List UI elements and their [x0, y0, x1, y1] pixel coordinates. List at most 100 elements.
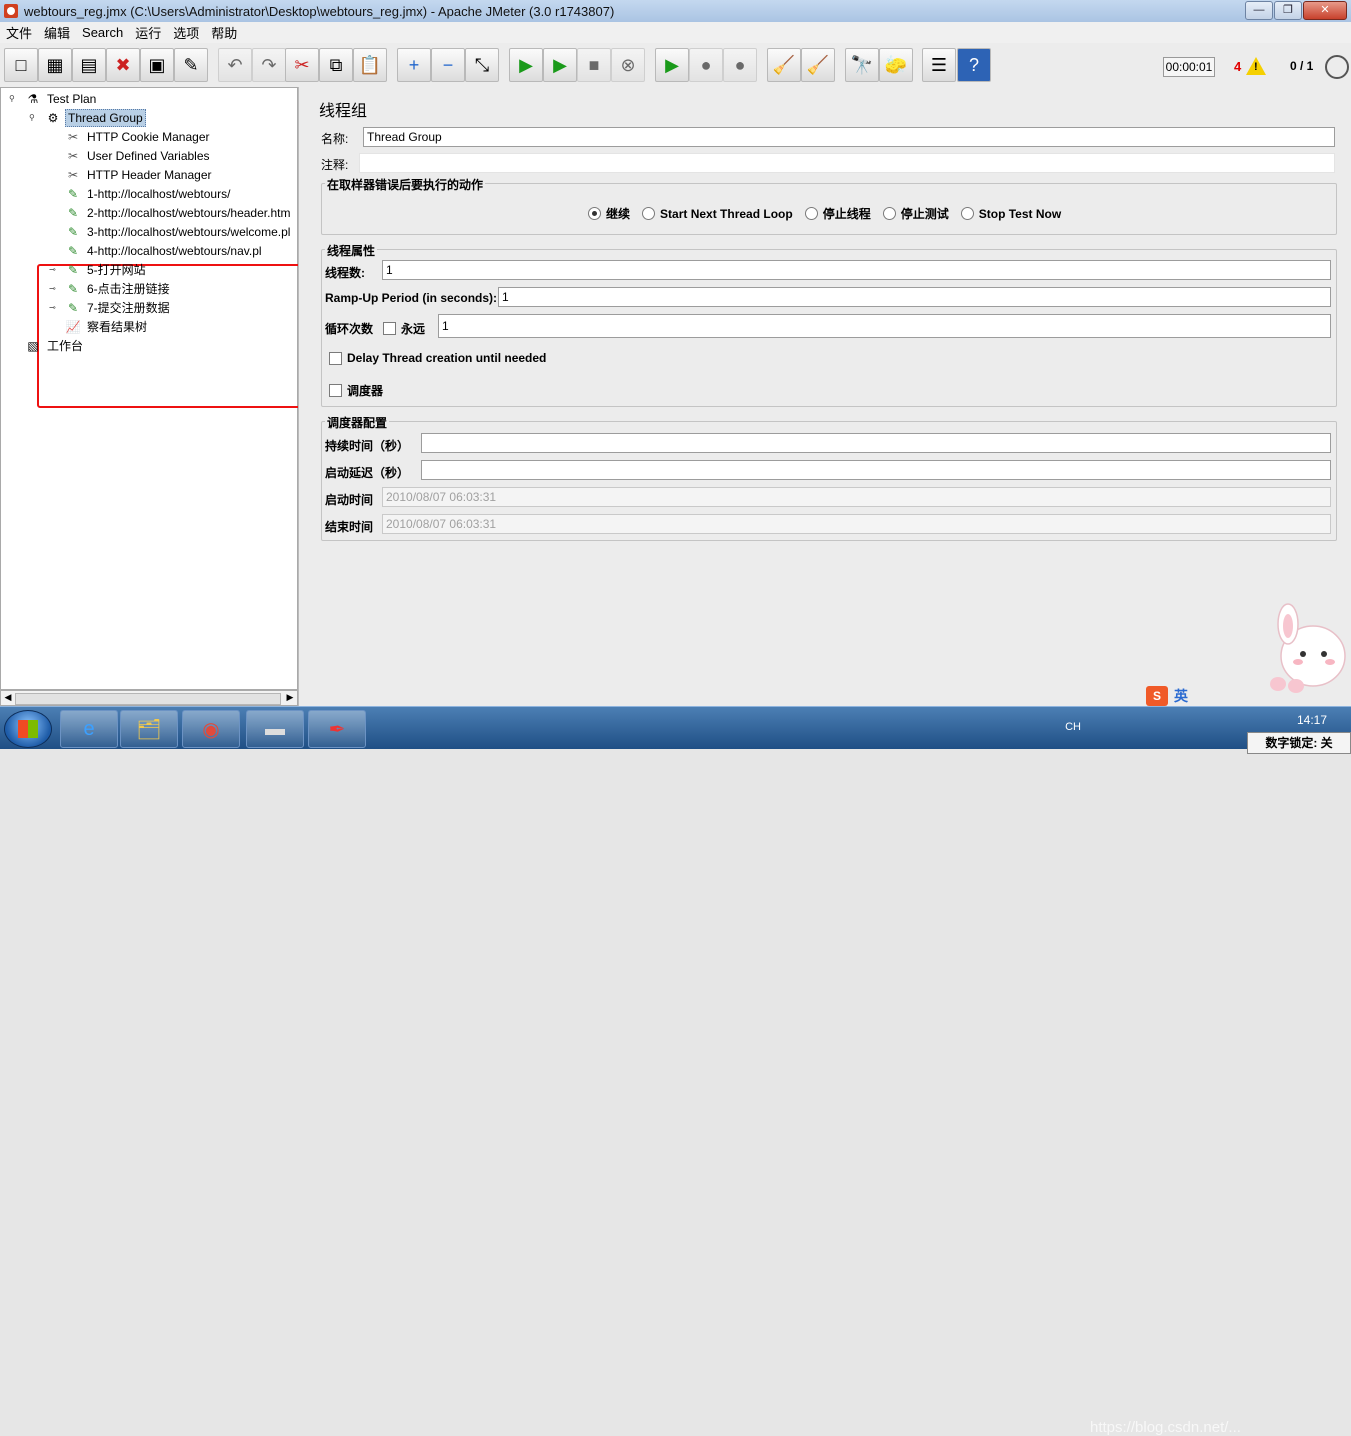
tree-expanded-handle-icon[interactable]: ⚲: [29, 113, 35, 122]
explorer-taskbar-button[interactable]: 🗂: [120, 710, 178, 748]
system-clock[interactable]: 14:17: [1297, 713, 1327, 727]
end-time-field[interactable]: 2010/08/07 06:03:31: [382, 514, 1331, 534]
close-file-button[interactable]: ✖: [106, 48, 140, 82]
help-button[interactable]: ?: [957, 48, 991, 82]
test-plan-tree[interactable]: ⚗ Test Plan ⚲ ⚙ Thread Group ⚲ ✂ HTTP Cookie Ma…: [0, 87, 319, 690]
duration-field[interactable]: [421, 433, 1331, 453]
ime-language-label[interactable]: 英: [1174, 686, 1188, 706]
new-button[interactable]: □: [4, 48, 38, 82]
name-field[interactable]: Thread Group: [363, 127, 1335, 147]
tree-node[interactable]: ▧ 工作台: [25, 336, 85, 355]
collapse-button[interactable]: −: [431, 48, 465, 82]
tree-collapsed-handle-icon[interactable]: ⊸: [49, 265, 56, 274]
toolbar: 00:00:01 4 0 / 1 □ ▦ ▤ ✖ ▣ ✎ ↶ ↷ ✂ ⧉ 📋 + −⤡ ▶ ▶ ■ ⊗ ▶ ● ● 🧹 🧹…: [0, 43, 1351, 88]
tree-node[interactable]: ✎ 7-提交注册数据: [65, 298, 172, 317]
start-time-field[interactable]: 2010/08/07 06:03:31: [382, 487, 1331, 507]
tree-node[interactable]: 📈 察看结果树: [65, 317, 149, 336]
reset-search-button[interactable]: 🧽: [879, 48, 913, 82]
maximize-button[interactable]: ❐: [1274, 1, 1302, 20]
cut-button[interactable]: ✂: [285, 48, 319, 82]
loop-count-field[interactable]: 1: [438, 314, 1331, 338]
sogou-ime-icon[interactable]: S: [1146, 686, 1168, 706]
cmd-taskbar-button[interactable]: ▬: [246, 710, 304, 748]
clear-all-button[interactable]: 🧹: [801, 48, 835, 82]
menu-search[interactable]: Search: [76, 25, 129, 40]
remote-shutdown-icon: ●: [734, 55, 746, 75]
loop-count-label: 循环次数: [325, 322, 374, 336]
stop-button[interactable]: ■: [577, 48, 611, 82]
menu-run[interactable]: 运行: [129, 23, 167, 42]
start-button[interactable]: ▶: [509, 48, 543, 82]
tree-node[interactable]: ✎ 6-点击注册链接: [65, 279, 172, 298]
tree-node[interactable]: ✂ User Defined Variables: [65, 146, 212, 165]
menu-file[interactable]: 文件: [0, 23, 38, 42]
tree-node[interactable]: ✎ 1-http://localhost/webtours/: [65, 184, 232, 203]
expand-button[interactable]: +: [397, 48, 431, 82]
remote-start-button[interactable]: ▶: [655, 48, 689, 82]
warning-icon[interactable]: [1246, 57, 1266, 75]
tree-node[interactable]: ✎ 5-打开网站: [65, 260, 148, 279]
forever-checkbox[interactable]: [383, 322, 397, 335]
save-as-icon: ✎: [183, 55, 199, 75]
chrome-taskbar-button[interactable]: ◉: [182, 710, 240, 748]
ie-taskbar-button[interactable]: e: [60, 710, 118, 748]
scroll-left-icon[interactable]: ◀: [2, 692, 14, 704]
scroll-right-icon[interactable]: ▶: [284, 692, 296, 704]
tree-node[interactable]: ✂ HTTP Header Manager: [65, 165, 214, 184]
copy-button[interactable]: ⧉: [319, 48, 353, 82]
radio-stop-test-now[interactable]: Stop Test Now: [960, 207, 1061, 221]
paste-button[interactable]: 📋: [353, 48, 387, 82]
delay-thread-checkbox[interactable]: [329, 351, 342, 365]
tree-horizontal-scrollbar[interactable]: ◀ ▶: [0, 690, 298, 706]
comment-field[interactable]: [359, 153, 1335, 173]
tree-node[interactable]: ✎ 4-http://localhost/webtours/nav.pl: [65, 241, 264, 260]
tree-node[interactable]: ⚙ Thread Group: [45, 108, 146, 127]
shutdown-button[interactable]: ⊗: [611, 48, 645, 82]
jmeter-taskbar-button[interactable]: ✒: [308, 710, 366, 748]
tree-expanded-handle-icon[interactable]: ⚲: [9, 94, 15, 103]
search-button[interactable]: 🔭: [845, 48, 879, 82]
explorer-icon: 🗂: [136, 718, 162, 741]
start-button[interactable]: [4, 710, 52, 748]
scheduler-checkbox[interactable]: [329, 384, 342, 397]
radio-stop-test[interactable]: 停止测试: [882, 205, 949, 222]
menu-options[interactable]: 选项: [167, 23, 205, 42]
tree-collapsed-handle-icon[interactable]: ⊸: [49, 284, 56, 293]
open-button[interactable]: ▤: [72, 48, 106, 82]
menu-edit[interactable]: 编辑: [38, 23, 76, 42]
undo-button[interactable]: ↶: [218, 48, 252, 82]
rampup-field[interactable]: 1: [498, 287, 1331, 307]
threads-field[interactable]: 1: [382, 260, 1331, 280]
language-indicator[interactable]: CH: [1065, 721, 1081, 733]
radio-continue[interactable]: 继续: [588, 205, 630, 222]
close-button[interactable]: ✕: [1303, 1, 1347, 20]
function-helper-button[interactable]: ☰: [922, 48, 956, 82]
radio-stop-thread[interactable]: 停止线程: [804, 205, 871, 222]
menu-help[interactable]: 帮助: [205, 23, 243, 42]
tree-node[interactable]: ⚗ Test Plan: [25, 89, 98, 108]
startup-delay-field[interactable]: [421, 460, 1331, 480]
tree-node[interactable]: ✎ 3-http://localhost/webtours/welcome.pl: [65, 222, 292, 241]
listener-icon: 📈: [65, 319, 81, 334]
remote-stop-button[interactable]: ●: [689, 48, 723, 82]
remote-shutdown-button[interactable]: ●: [723, 48, 757, 82]
watermark-text: https://blog.csdn.net/...: [1090, 1419, 1241, 1436]
save-button[interactable]: ▣: [140, 48, 174, 82]
sampler-icon: ✎: [67, 300, 79, 315]
tree-node-label: 工作台: [47, 339, 84, 353]
start-no-pause-button[interactable]: ▶: [543, 48, 577, 82]
tree-node[interactable]: ✎ 2-http://localhost/webtours/header.htm: [65, 203, 292, 222]
toggle-button[interactable]: ⤡: [465, 48, 499, 82]
tree-node[interactable]: ✂ HTTP Cookie Manager: [65, 127, 212, 146]
remote-status-icon: [1325, 55, 1349, 79]
clear-button[interactable]: 🧹: [767, 48, 801, 82]
radio-start-next-loop[interactable]: Start Next Thread Loop: [642, 207, 793, 221]
templates-button[interactable]: ▦: [38, 48, 72, 82]
ime-toolbar[interactable]: S 英: [1146, 685, 1188, 707]
tree-collapsed-handle-icon[interactable]: ⊸: [49, 303, 56, 312]
scroll-thumb[interactable]: [15, 693, 281, 705]
minimize-button[interactable]: —: [1245, 1, 1273, 20]
redo-button[interactable]: ↷: [252, 48, 286, 82]
numlock-indicator: 数字锁定: 关: [1247, 732, 1351, 754]
save-as-button[interactable]: ✎: [174, 48, 208, 82]
